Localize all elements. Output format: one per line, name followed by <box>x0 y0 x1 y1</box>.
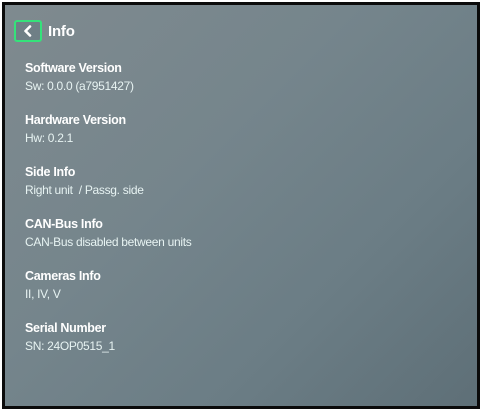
hardware-version-section: Hardware Version Hw: 0.2.1 <box>25 112 467 164</box>
side-info-value: Right unit / Passg. side <box>25 183 144 197</box>
software-version-section: Software Version Sw: 0.0.0 (a7951427) <box>25 60 467 112</box>
info-screen: Info Software Version Sw: 0.0.0 (a795142… <box>2 2 480 409</box>
hardware-version-label: Hardware Version <box>25 113 126 127</box>
hardware-version-value: Hw: 0.2.1 <box>25 131 73 145</box>
chevron-left-icon <box>23 25 33 37</box>
serial-number-label: Serial Number <box>25 321 106 335</box>
side-info-section: Side Info Right unit / Passg. side <box>25 164 467 216</box>
info-list: Software Version Sw: 0.0.0 (a7951427) Ha… <box>25 60 467 372</box>
software-version-value: Sw: 0.0.0 (a7951427) <box>25 79 134 93</box>
serial-number-section: Serial Number SN: 24OP0515_1 <box>25 320 467 372</box>
cameras-info-value: II, IV, V <box>25 287 61 301</box>
back-button[interactable] <box>14 20 42 42</box>
software-version-label: Software Version <box>25 61 122 75</box>
header: Info <box>14 20 75 42</box>
side-info-label: Side Info <box>25 165 76 179</box>
can-bus-info-value: CAN-Bus disabled between units <box>25 235 192 249</box>
serial-number-value: SN: 24OP0515_1 <box>25 339 115 353</box>
cameras-info-label: Cameras Info <box>25 269 101 283</box>
page-title: Info <box>48 22 75 40</box>
can-bus-info-label: CAN-Bus Info <box>25 217 103 231</box>
cameras-info-section: Cameras Info II, IV, V <box>25 268 467 320</box>
can-bus-info-section: CAN-Bus Info CAN-Bus disabled between un… <box>25 216 467 268</box>
